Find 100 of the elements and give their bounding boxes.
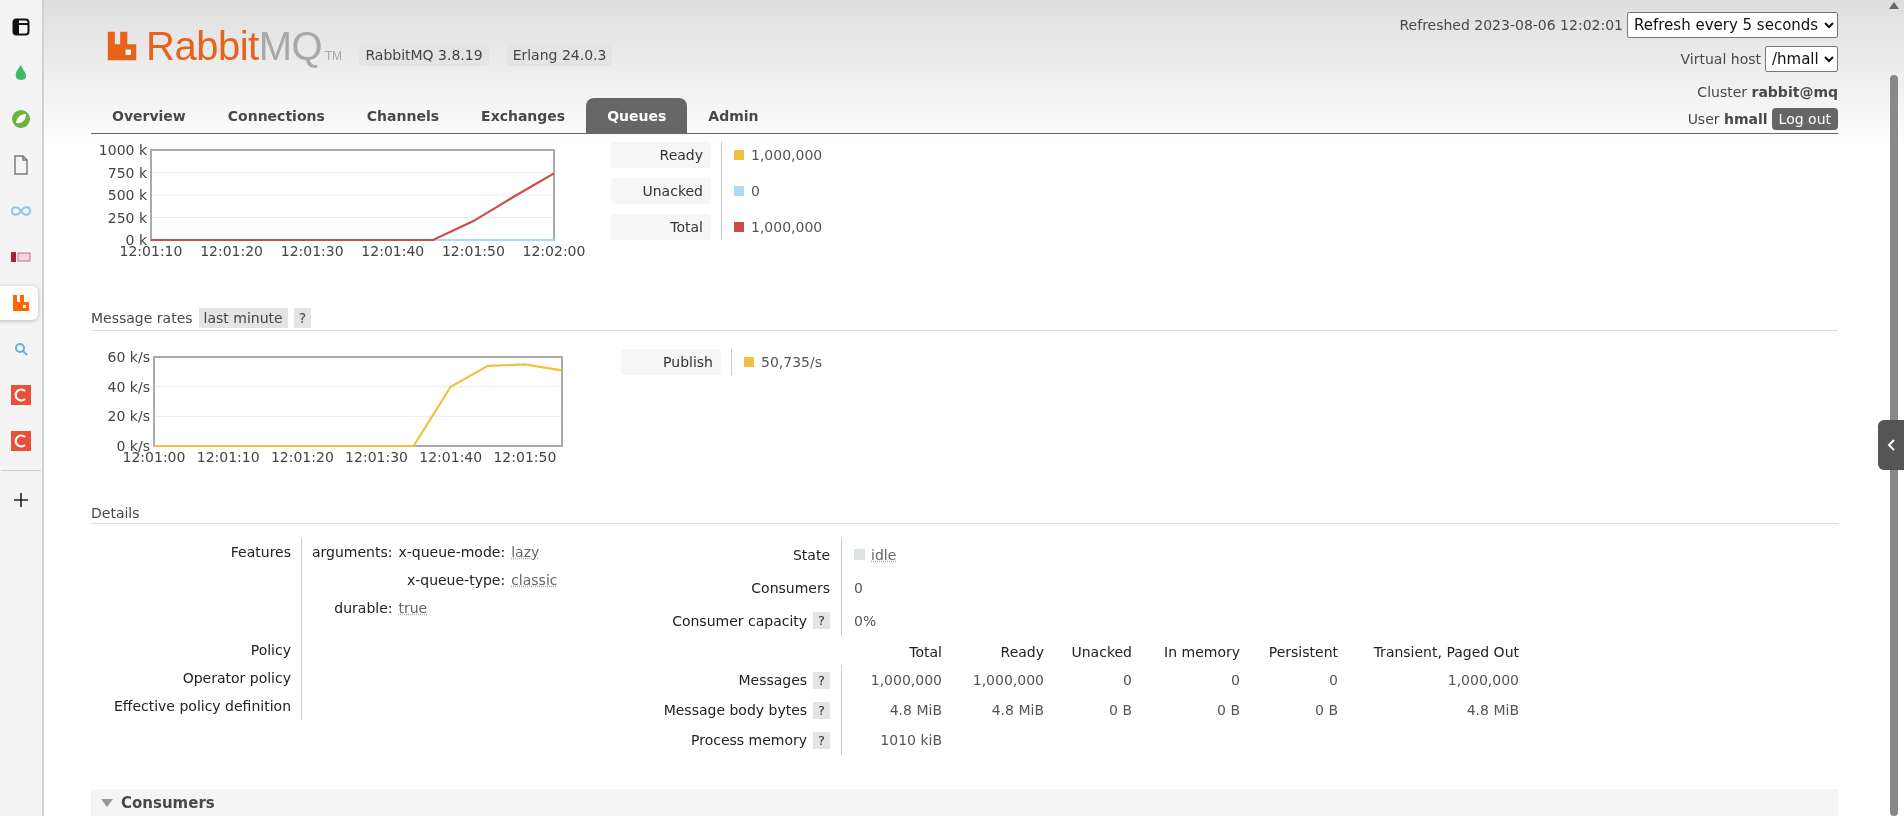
column-header: Transient, Paged Out [1372,643,1519,662]
section-title: Message rates [91,310,193,326]
vhost-select[interactable]: /hmall [1765,46,1838,72]
file-icon[interactable] [13,155,29,175]
help-button[interactable]: ? [813,701,830,719]
help-button[interactable]: ? [293,308,312,328]
legend-label: Unacked [611,178,711,204]
letter-c-icon[interactable] [11,385,31,405]
help-button[interactable]: ? [813,671,830,689]
axis-label: 12:02:00 [522,243,586,259]
search-icon[interactable] [14,342,28,356]
table-cell: 1,000,000 [972,672,1044,688]
axis-label: 12:01:50 [441,243,505,259]
field-value: lazy [511,543,541,562]
app-icon[interactable] [10,250,32,264]
table-cell: 0 [1123,672,1132,688]
panel-icon[interactable] [12,18,30,36]
scrollbar-thumb[interactable] [1890,75,1898,816]
collapse-button[interactable] [1878,420,1904,470]
field-label: State [792,546,830,563]
nav-tab[interactable]: Overview [91,98,207,133]
row-label: Message body bytes [663,702,808,718]
field-label: Consumers [751,579,830,596]
logo-icon [106,30,138,62]
table-cell: 4.8 MiB [1466,702,1519,718]
user-name: User hmall [1687,111,1768,127]
vhost-label: Virtual host [1680,51,1761,67]
range-selector[interactable]: last minute [198,308,288,328]
logo-icon[interactable] [12,294,30,312]
axis-label: 250 k [107,209,147,226]
row-label: Messages [738,672,808,688]
nav-tab[interactable]: Exchanges [460,98,587,133]
legend-value: 1,000,000 [751,219,823,235]
field-value: classic [511,571,559,590]
state-indicator [854,549,865,560]
table-cell: 1,000,000 [870,672,942,688]
axis-label: 12:01:40 [419,449,483,465]
axis-label: 12:01:30 [280,243,344,259]
table-cell: 1010 kiB [880,732,942,748]
leaf-icon[interactable] [11,109,31,129]
column-header: In memory [1163,643,1240,662]
row-label: Process memory [691,732,808,748]
field-key: x-queue-mode: [398,538,506,566]
axis-label: 1000 k [98,142,147,158]
legend-label: Ready [611,142,711,168]
table-cell: 0 B [1217,702,1240,718]
legend-value: 1,000,000 [751,147,823,163]
version-badge: Erlang 24.0.3 [506,44,613,66]
legend-label: Total [611,214,711,240]
field-key: x-queue-type: [398,566,506,594]
column-header: Ready [999,643,1044,662]
axis-label: 12:01:10 [196,449,260,465]
section-toggle[interactable]: Consumers [91,789,1838,816]
letter-c-icon[interactable] [11,431,31,451]
field-value: 0% [854,612,877,629]
table-cell: 4.8 MiB [889,702,942,718]
field-label: Effective policy definition [112,697,292,716]
axis-label: 40 k/s [107,378,150,395]
column-header: Total [908,643,942,662]
nav-tab[interactable]: Queues [586,98,688,133]
axis-label: 12:01:20 [270,449,334,465]
state-value: idle [871,546,897,563]
legend-label: Publish [621,349,721,375]
version-badge: RabbitMQ 3.8.19 [359,44,489,66]
column-header: Persistent [1267,643,1338,662]
field-key: arguments: [312,538,393,566]
axis-label: 20 k/s [107,408,150,425]
axis-label: 750 k [107,164,147,181]
table-cell: 1,000,000 [1447,672,1519,688]
logout-button[interactable]: Log out [1771,108,1838,130]
axis-label: 12:01:40 [361,243,425,259]
axis-label: 60 k/s [107,349,150,365]
field-value: true [398,599,429,618]
cluster-name: Cluster rabbit@mq [1697,84,1838,100]
help-button[interactable]: ? [813,731,830,749]
table-cell: 0 [1329,672,1338,688]
axis-label: 500 k [107,187,147,203]
field-value: 0 [854,579,863,596]
table-cell: 4.8 MiB [991,702,1044,718]
field-label: Policy [249,641,292,660]
field-key: durable: [312,594,393,622]
axis-label: 12:01:30 [345,449,408,465]
table-cell: 0 [1231,672,1240,688]
table-cell: 0 B [1109,702,1132,718]
chevron-left-icon [1887,439,1895,451]
logo-wordmark: RabbitMQ TM [146,26,342,66]
help-button[interactable]: ? [813,612,830,629]
scroll-up-icon[interactable] [1889,2,1899,9]
section-title: Details [91,505,140,521]
refresh-select[interactable]: Refresh every 5 seconds [1627,12,1838,38]
nav-tab[interactable]: Admin [687,98,780,133]
nav-tab[interactable]: Connections [206,98,346,133]
nav-tab[interactable]: Channels [345,98,461,133]
field-label: Features [229,543,292,562]
axis-label: 12:01:20 [200,243,264,259]
plus-icon[interactable] [13,492,29,508]
table-cell: 0 B [1315,702,1338,718]
column-header: Unacked [1070,643,1132,662]
legend-value: 50,735/s [761,354,822,370]
drop-icon[interactable] [13,64,29,82]
